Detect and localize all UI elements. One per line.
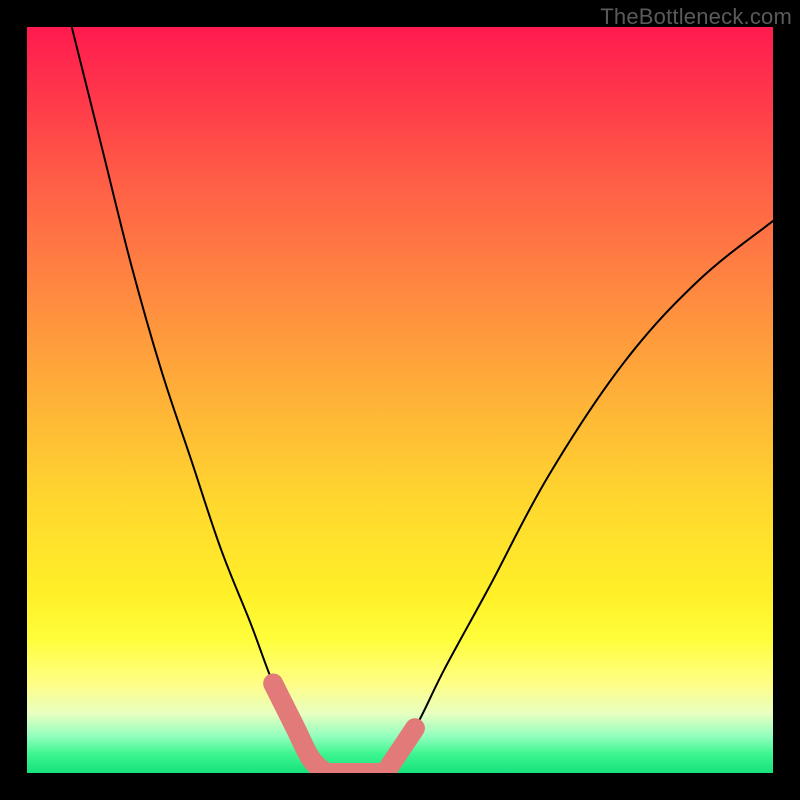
curve-right (385, 221, 773, 773)
highlight-left (273, 683, 325, 773)
curve-left (72, 27, 326, 773)
chart-frame (27, 27, 773, 773)
bottleneck-curve (27, 27, 773, 773)
highlight-right (385, 728, 415, 773)
